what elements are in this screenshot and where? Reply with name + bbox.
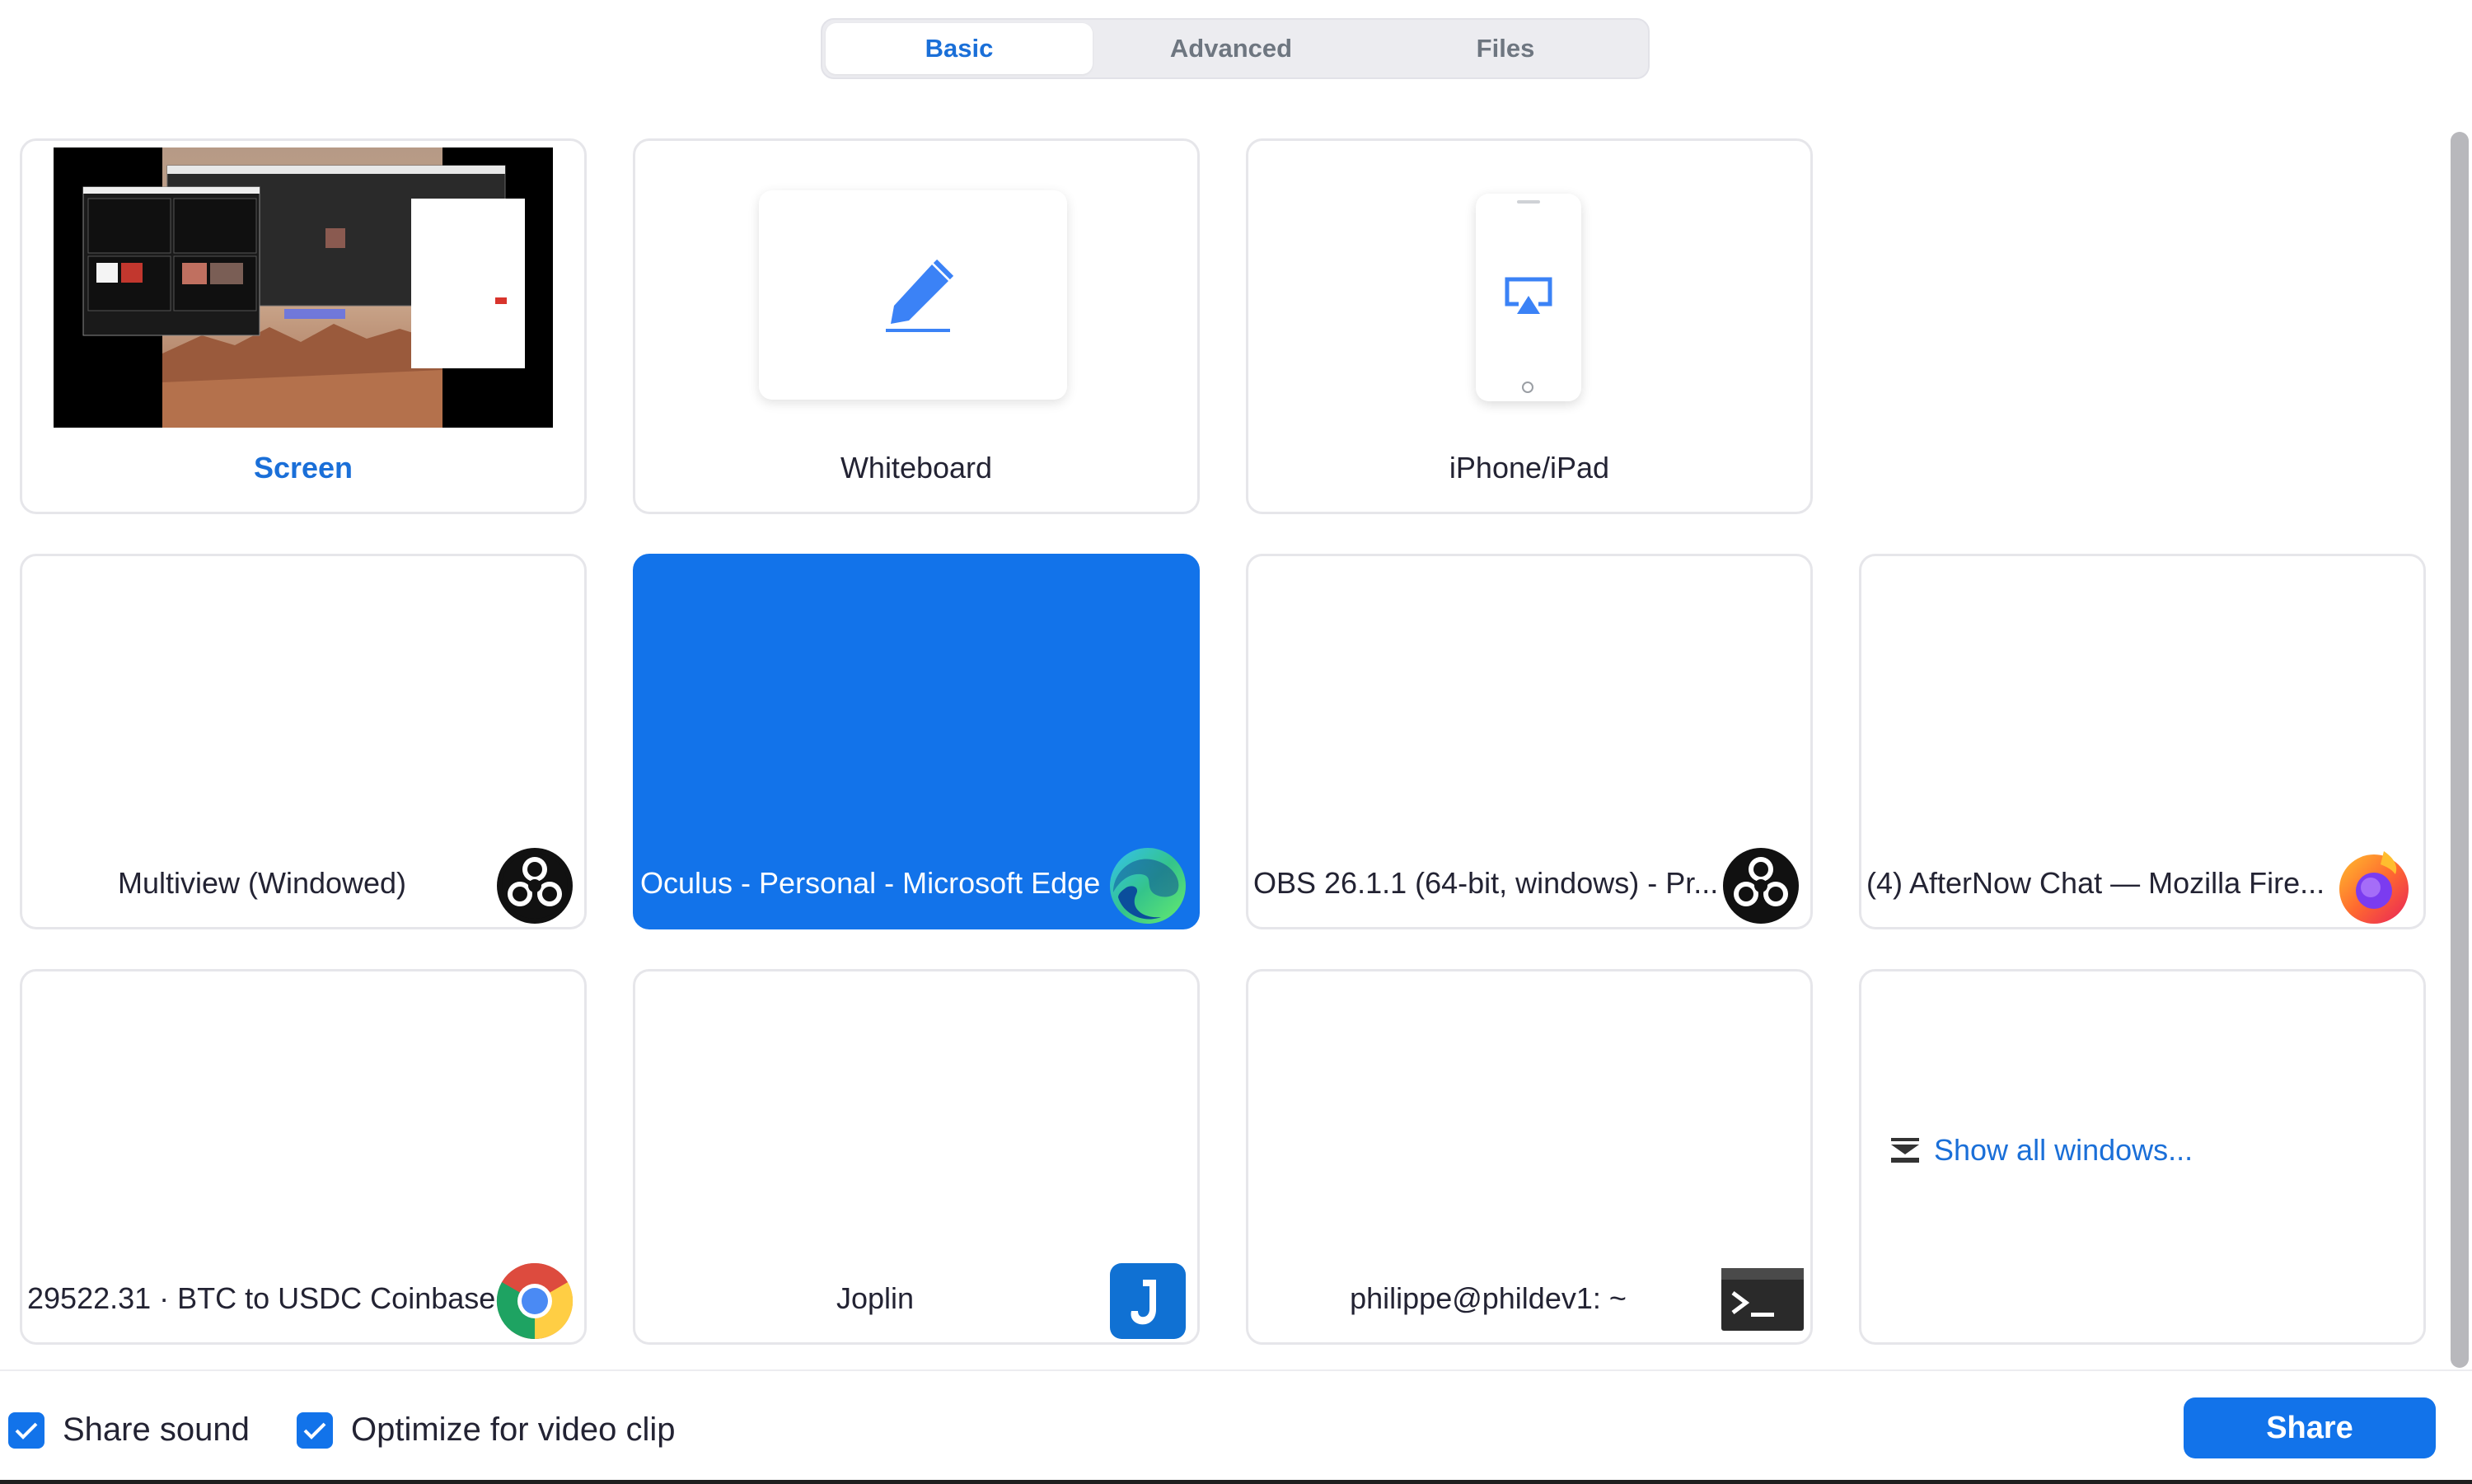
tile-show-all-windows[interactable]: Show all windows... [1859, 969, 2426, 1345]
edge-icon [1108, 846, 1187, 925]
window-tile-selected[interactable]: Oculus - Personal - Microsoft Edge [633, 554, 1200, 929]
pencil-icon [886, 260, 954, 332]
show-all-windows-label: Show all windows... [1934, 1133, 2193, 1167]
window-title: Oculus - Personal - Microsoft Edge [640, 866, 1101, 900]
share-button[interactable]: Share [2184, 1397, 2436, 1458]
share-sound-checkbox[interactable]: Share sound [8, 1411, 250, 1449]
firefox-icon [2334, 846, 2413, 925]
chrome-icon [495, 1262, 574, 1341]
share-screen-dialog: Basic Advanced Files Screen Whiteboard i… [0, 0, 2472, 1484]
optimize-video-checkbox[interactable]: Optimize for video clip [297, 1411, 675, 1449]
window-title: philippe@phildev1: ~ [1350, 1281, 1627, 1315]
scrollbar-thumb[interactable] [2451, 132, 2469, 1368]
window-tile[interactable]: 29522.31 · BTC to USDC Coinbase... [20, 969, 587, 1345]
window-title: (4) AfterNow Chat — Mozilla Fire... [1866, 866, 2325, 900]
tab-files[interactable]: Files [1369, 23, 1641, 74]
screen-label: Screen [253, 451, 353, 485]
tile-iphone-ipad[interactable]: iPhone/iPad [1246, 138, 1813, 514]
tab-basic[interactable]: Basic [826, 23, 1093, 74]
iphone-ipad-label: iPhone/iPad [1449, 451, 1610, 485]
terminal-icon [1721, 1268, 1804, 1331]
show-all-windows-link[interactable]: Show all windows... [1891, 1133, 2193, 1168]
phone-illustration [1476, 194, 1581, 401]
share-sound-label: Share sound [63, 1411, 250, 1448]
obs-icon [495, 846, 574, 925]
window-title: OBS 26.1.1 (64-bit, windows) - Pr... [1253, 866, 1719, 900]
footer-divider [0, 1369, 2472, 1371]
tile-screen[interactable]: Screen [20, 138, 587, 514]
whiteboard-label: Whiteboard [840, 451, 993, 485]
checkbox-checked-icon [8, 1411, 44, 1449]
airplay-icon [1505, 277, 1552, 314]
screen-preview-thumbnail [54, 147, 553, 428]
checkbox-checked-icon [297, 1411, 333, 1449]
tab-bar: Basic Advanced Files [821, 18, 1650, 79]
window-tile[interactable]: (4) AfterNow Chat — Mozilla Fire... [1859, 554, 2426, 929]
window-title: Joplin [836, 1281, 915, 1315]
window-tile[interactable]: Multiview (Windowed) [20, 554, 587, 929]
whiteboard-card [759, 190, 1067, 400]
window-tile[interactable]: Joplin [633, 969, 1200, 1345]
window-title: 29522.31 · BTC to USDC Coinbase... [27, 1281, 502, 1315]
tile-whiteboard[interactable]: Whiteboard [633, 138, 1200, 514]
vertical-scrollbar[interactable] [2451, 124, 2469, 1368]
window-tile[interactable]: philippe@phildev1: ~ [1246, 969, 1813, 1345]
optimize-video-label: Optimize for video clip [351, 1411, 676, 1448]
show-all-windows-icon [1891, 1138, 1919, 1163]
window-tile[interactable]: OBS 26.1.1 (64-bit, windows) - Pr... [1246, 554, 1813, 929]
window-bottom-edge [0, 1480, 2472, 1484]
obs-icon [1721, 846, 1800, 925]
joplin-icon [1108, 1262, 1187, 1341]
window-title: Multiview (Windowed) [117, 866, 407, 900]
tab-advanced[interactable]: Advanced [1098, 23, 1365, 74]
